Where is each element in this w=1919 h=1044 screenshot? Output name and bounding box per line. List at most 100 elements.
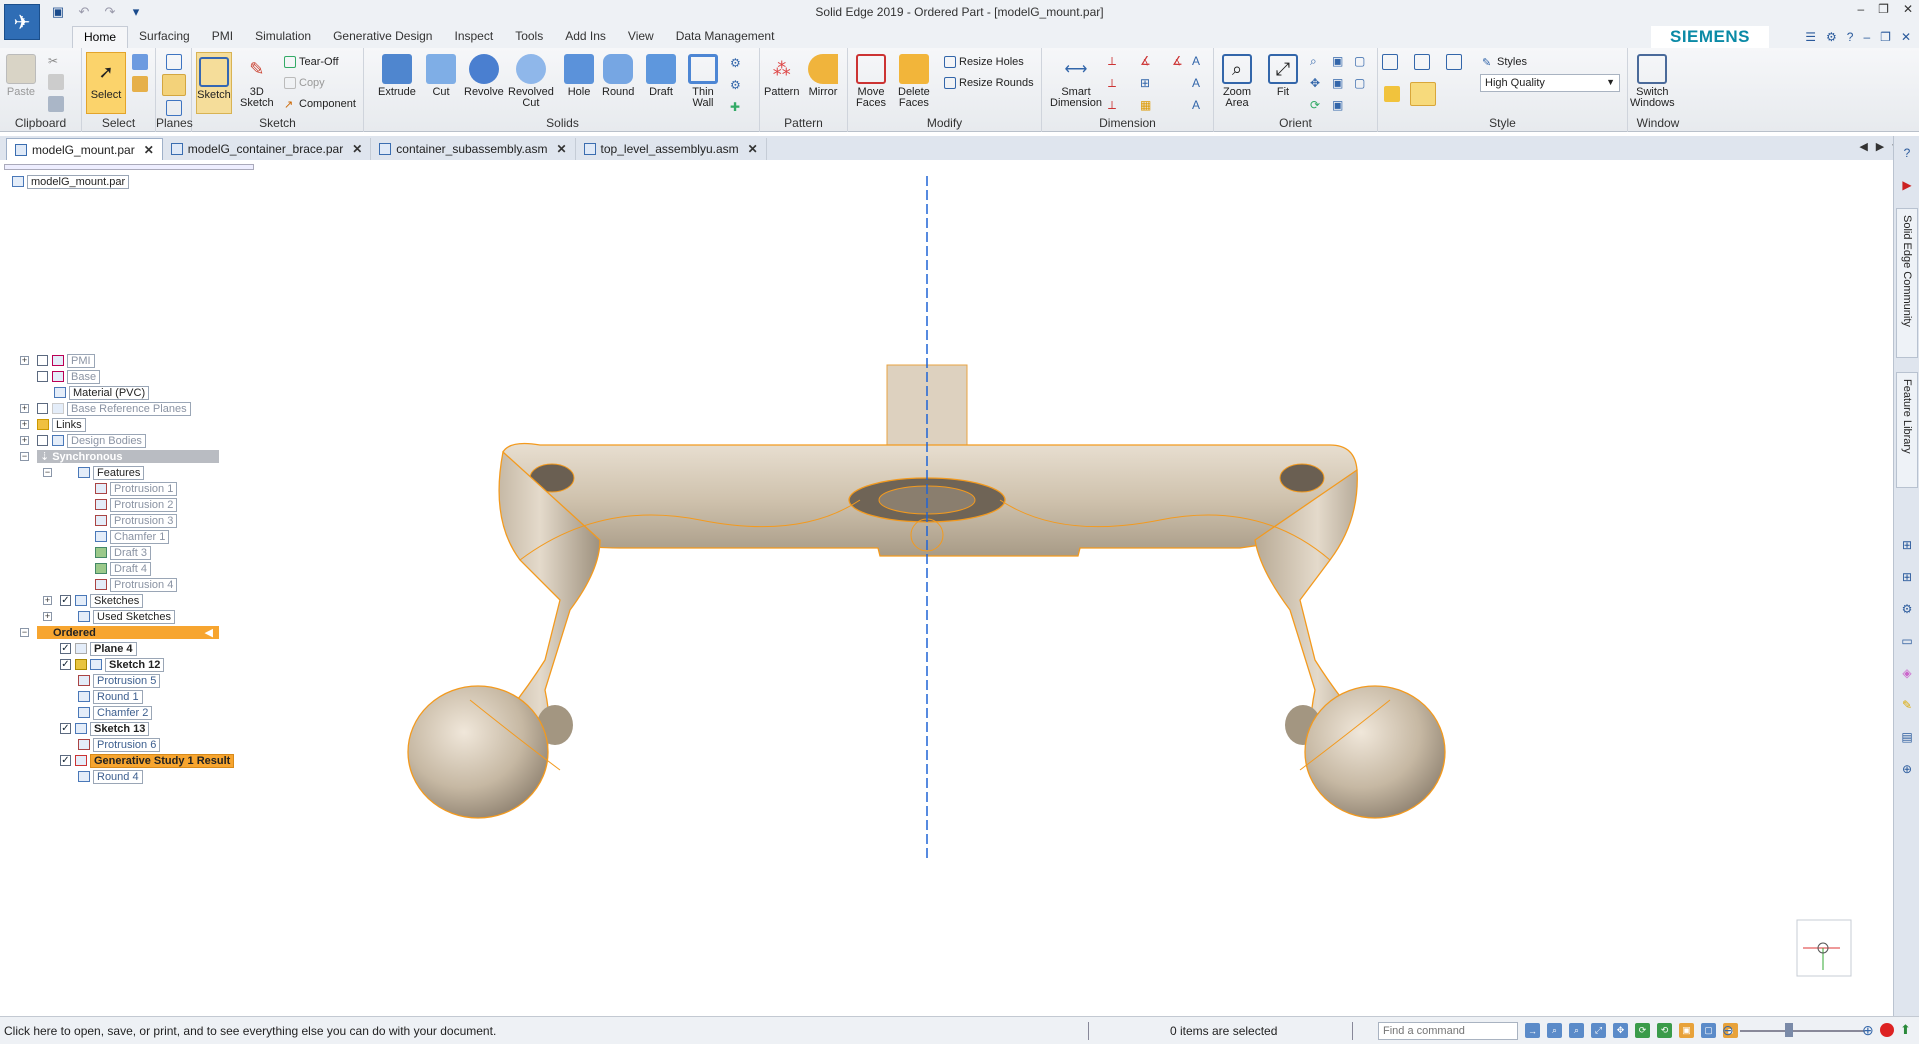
shaded-visible-edges-icon[interactable] bbox=[1410, 82, 1436, 106]
thin-wall-button[interactable]: Thin Wall bbox=[688, 54, 718, 109]
zoom-window-icon[interactable]: ⌕ bbox=[1547, 1023, 1562, 1038]
pathfinder-resize-handle[interactable] bbox=[4, 164, 254, 170]
scroll-right-icon[interactable]: ▶ bbox=[1876, 140, 1884, 153]
tab-data-management[interactable]: Data Management bbox=[665, 26, 786, 48]
tree-item-used-sketches[interactable]: Used Sketches bbox=[78, 609, 175, 624]
view-tool-icon-1[interactable]: ▣ bbox=[1332, 54, 1348, 70]
draft-button[interactable]: Draft bbox=[646, 54, 676, 98]
move-faces-button[interactable]: Move Faces bbox=[856, 54, 886, 109]
dock-tool-icon-6[interactable]: ✎ bbox=[1898, 696, 1916, 714]
graphics-window[interactable] bbox=[258, 160, 1890, 1016]
tree-item-links[interactable]: Links bbox=[37, 417, 86, 432]
close-tab-icon[interactable]: ✕ bbox=[352, 142, 362, 156]
tree-feature-item[interactable]: Protrusion 3 bbox=[95, 513, 178, 528]
find-command-input[interactable] bbox=[1378, 1022, 1518, 1040]
tree-root[interactable]: modelG_mount.par bbox=[12, 174, 130, 189]
status-message[interactable]: Click here to open, save, or print, and … bbox=[4, 1024, 496, 1038]
dock-tool-icon-2[interactable]: ⊞ bbox=[1898, 568, 1916, 586]
revolved-cut-button[interactable]: Revolved Cut bbox=[508, 54, 554, 109]
solid-edge-community-tab[interactable]: Solid Edge Community bbox=[1896, 208, 1918, 358]
hole-button[interactable]: Hole bbox=[564, 54, 594, 98]
ribbon-options-icon[interactable]: ☰ bbox=[1805, 30, 1816, 44]
expand-used-sketches-icon[interactable]: + bbox=[43, 612, 52, 621]
view-style-icon[interactable]: ▢ bbox=[1701, 1023, 1716, 1038]
dim-tool-icon-5[interactable]: ⊞ bbox=[1140, 76, 1156, 92]
doc-restore-button[interactable]: ❐ bbox=[1880, 30, 1891, 44]
more-planes-icon[interactable] bbox=[166, 100, 182, 116]
expand-links-icon[interactable]: + bbox=[20, 420, 29, 429]
sketch-checkbox[interactable]: ✓ bbox=[60, 723, 71, 734]
more-solids-icon-3[interactable]: ✚ bbox=[730, 100, 746, 116]
resize-rounds-button[interactable]: Resize Rounds bbox=[944, 77, 1034, 89]
close-tab-icon[interactable]: ✕ bbox=[748, 142, 758, 156]
tree-item-sketches[interactable]: ✓ Sketches bbox=[60, 593, 144, 608]
tree-item-material[interactable]: Material (PVC) bbox=[54, 385, 150, 400]
close-button[interactable]: ✕ bbox=[1903, 2, 1913, 16]
close-tab-icon[interactable]: ✕ bbox=[556, 142, 566, 156]
tab-surfacing[interactable]: Surfacing bbox=[128, 26, 201, 48]
view-cube-icon-1[interactable] bbox=[1382, 54, 1398, 70]
zoom-area-button[interactable]: ⌕ Zoom Area bbox=[1222, 54, 1252, 109]
dock-tool-icon-7[interactable]: ▤ bbox=[1898, 728, 1916, 746]
sketches-checkbox[interactable]: ✓ bbox=[60, 595, 71, 606]
view-tool-icon-2[interactable]: ▣ bbox=[1332, 76, 1348, 92]
copy-sketch-button[interactable]: Copy bbox=[284, 77, 325, 89]
coincident-plane-icon[interactable] bbox=[162, 74, 186, 96]
doc-tab-container-subassembly[interactable]: container_subassembly.asm ✕ bbox=[371, 138, 576, 160]
dim-tool-icon-4[interactable]: ∡ bbox=[1140, 54, 1156, 70]
sketch-view-icon[interactable]: ▣ bbox=[1679, 1023, 1694, 1038]
delete-faces-button[interactable]: Delete Faces bbox=[898, 54, 930, 109]
tree-ordered-item[interactable]: Chamfer 2 bbox=[78, 705, 153, 720]
dock-tool-icon-5[interactable]: ◈ bbox=[1898, 664, 1916, 682]
view-cube-icon-3[interactable] bbox=[1446, 54, 1462, 70]
tree-item-pmi[interactable]: PMI bbox=[37, 353, 95, 368]
tab-tools[interactable]: Tools bbox=[504, 26, 554, 48]
view-tool-icon-3[interactable]: ▣ bbox=[1332, 98, 1348, 114]
tree-item-features[interactable]: Features bbox=[78, 465, 145, 480]
ref-planes-checkbox[interactable] bbox=[37, 403, 48, 414]
view-tool-icon-4[interactable]: ▢ bbox=[1354, 54, 1370, 70]
tree-ordered-item[interactable]: Protrusion 5 bbox=[78, 673, 161, 688]
fit-button[interactable]: ⤢ Fit bbox=[1268, 54, 1298, 98]
dim-text-icon-2[interactable]: A bbox=[1192, 76, 1208, 92]
copy-icon[interactable] bbox=[48, 74, 64, 90]
rotate-icon[interactable]: ⟳ bbox=[1635, 1023, 1650, 1038]
close-tab-icon[interactable]: ✕ bbox=[144, 143, 154, 157]
doc-close-button[interactable]: ✕ bbox=[1901, 30, 1911, 44]
dock-tool-icon-3[interactable]: ⚙ bbox=[1898, 600, 1916, 618]
sketch-button[interactable]: Sketch bbox=[196, 52, 232, 114]
cut-button[interactable]: Cut bbox=[426, 54, 456, 98]
tree-item-base-reference-planes[interactable]: Base Reference Planes bbox=[37, 401, 191, 416]
pattern-button[interactable]: ⁂ Pattern bbox=[764, 54, 799, 98]
tree-ordered-item[interactable]: ✓ Generative Study 1 Result bbox=[60, 753, 235, 768]
youtube-icon[interactable]: ▶ bbox=[1898, 176, 1916, 194]
scroll-left-icon[interactable]: ◀ bbox=[1859, 140, 1867, 153]
maximize-button[interactable]: ❐ bbox=[1878, 2, 1889, 16]
tree-ordered-item[interactable]: ✓ Sketch 12 bbox=[60, 657, 165, 672]
tree-feature-item[interactable]: Chamfer 1 bbox=[95, 529, 170, 544]
paste-button[interactable]: Paste bbox=[6, 54, 36, 98]
doc-tab-modelg-mount[interactable]: modelG_mount.par ✕ bbox=[6, 138, 163, 160]
tree-ordered-item[interactable]: ✓ Plane 4 bbox=[60, 641, 137, 656]
view-cube-icon-2[interactable] bbox=[1414, 54, 1430, 70]
tree-item-base[interactable]: Base bbox=[37, 369, 101, 384]
dim-tool-icon-1[interactable]: ⟂ bbox=[1108, 54, 1124, 70]
round-button[interactable]: Round bbox=[602, 54, 634, 98]
component-button[interactable]: ↗ Component bbox=[284, 98, 356, 111]
minimize-button[interactable]: – bbox=[1857, 2, 1864, 16]
zoom-icon[interactable]: ⌕ bbox=[1310, 54, 1326, 70]
tree-feature-item[interactable]: Draft 4 bbox=[95, 561, 152, 576]
collapse-synchronous-icon[interactable]: − bbox=[20, 452, 29, 461]
expand-pmi-icon[interactable]: + bbox=[20, 356, 29, 365]
model-viewport[interactable] bbox=[258, 160, 1890, 1016]
tree-ordered-item[interactable]: Protrusion 6 bbox=[78, 737, 161, 752]
arrow-icon[interactable]: → bbox=[1525, 1023, 1540, 1038]
pmi-checkbox[interactable] bbox=[37, 355, 48, 366]
quickpick-icon[interactable] bbox=[132, 76, 148, 92]
sketch-checkbox[interactable]: ✓ bbox=[60, 659, 71, 670]
zoom-in-icon[interactable]: ⊕ bbox=[1862, 1022, 1874, 1039]
help-dock-icon[interactable]: ? bbox=[1898, 144, 1916, 162]
render-quality-select[interactable]: High Quality ▼ bbox=[1480, 74, 1620, 92]
doc-tab-top-level-assembly[interactable]: top_level_assemblyu.asm ✕ bbox=[576, 138, 767, 160]
tab-home[interactable]: Home bbox=[72, 26, 129, 48]
